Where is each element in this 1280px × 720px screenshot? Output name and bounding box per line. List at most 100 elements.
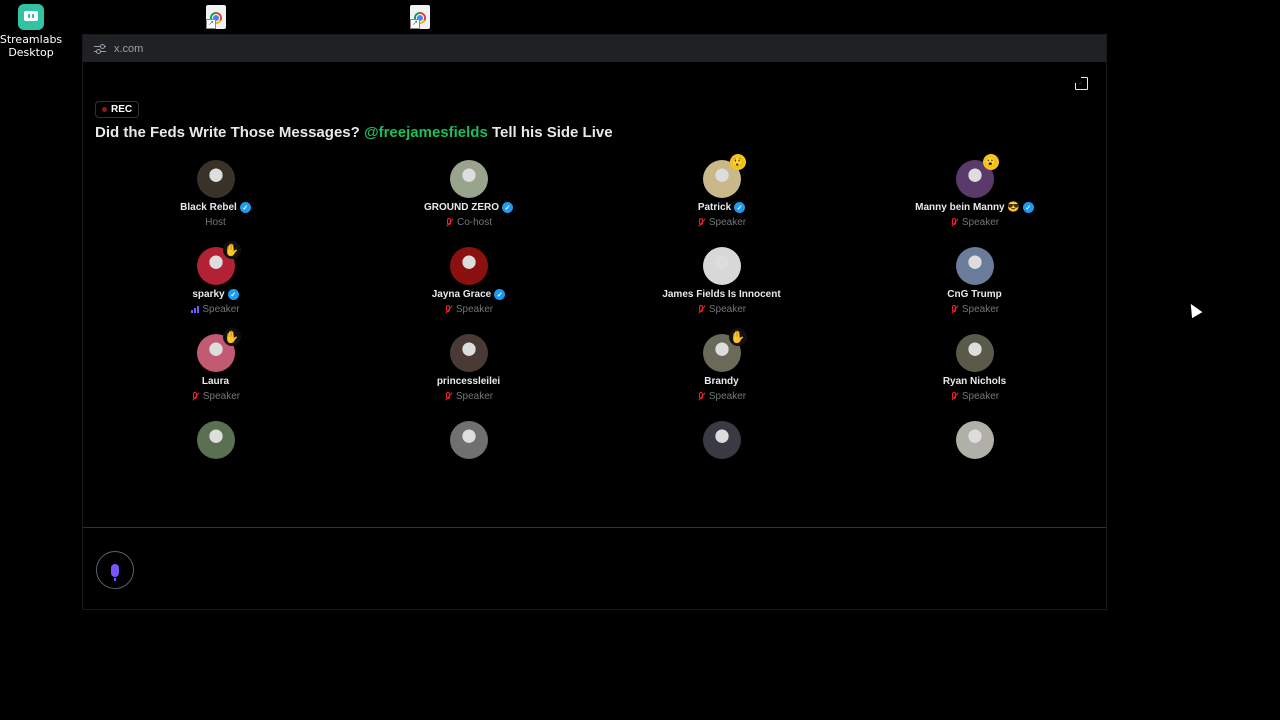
participant[interactable]: Black Rebel ✓ Host	[89, 160, 342, 247]
participant[interactable]: princessleilei Speaker	[342, 334, 595, 421]
muted-mic-icon	[950, 391, 959, 402]
chrome-shortcut-1[interactable]: ↗	[204, 5, 228, 31]
participant-name-text: Brandy	[704, 376, 739, 387]
rec-badge: REC	[95, 101, 140, 118]
space-panel: REC Did the Feds Write Those Messages? @…	[83, 62, 1106, 527]
avatar[interactable]	[449, 334, 488, 372]
muted-mic-icon	[697, 217, 706, 228]
participant[interactable]: James Fields Is Innocent Speaker	[595, 247, 848, 334]
participant[interactable]: 😮 Manny bein Manny 😎 ✓ Speaker	[848, 154, 1101, 247]
participant[interactable]: 😲 Patrick ✓ Speaker	[595, 154, 848, 247]
participant-name-text: James Fields Is Innocent	[662, 289, 781, 300]
muted-mic-icon	[697, 304, 706, 315]
participant[interactable]	[848, 421, 1101, 464]
participant-name: Manny bein Manny 😎 ✓	[915, 202, 1034, 213]
space-footer	[83, 527, 1106, 611]
streamlabs-label-line1: Streamlabs	[0, 33, 63, 46]
avatar[interactable]	[196, 160, 235, 198]
participant[interactable]	[89, 421, 342, 464]
muted-mic-icon	[950, 304, 959, 315]
avatar[interactable]	[449, 160, 488, 198]
participant-name-text: Black Rebel	[180, 202, 237, 213]
participant[interactable]	[595, 421, 848, 464]
address-bar[interactable]: x.com	[83, 35, 1106, 62]
participant-name: Patrick ✓	[698, 202, 746, 213]
participant-role: Speaker	[950, 217, 999, 228]
speaking-indicator-icon	[191, 306, 200, 313]
muted-mic-icon	[191, 391, 200, 402]
chrome-shortcut-2[interactable]: ↗	[408, 5, 432, 31]
verified-badge-icon: ✓	[734, 202, 746, 213]
participant-role: Host	[205, 217, 226, 228]
participant-name: Brandy	[704, 376, 738, 387]
participant[interactable]: Ryan Nichols Speaker	[848, 334, 1101, 421]
participant[interactable]: Jayna Grace ✓ Speaker	[342, 247, 595, 334]
participant[interactable]: ✋ Brandy Speaker	[595, 328, 848, 421]
participant-role-text: Speaker	[961, 217, 1000, 228]
participant-name-text: Ryan Nichols	[942, 376, 1007, 387]
browser-window: x.com REC Did the Feds Write Those Messa…	[82, 34, 1107, 610]
reaction-emoji-icon: 😮	[982, 154, 999, 170]
verified-badge-icon: ✓	[239, 202, 251, 213]
participant-name-text: GROUND ZERO	[424, 202, 499, 213]
participant-role: Speaker	[697, 304, 746, 315]
participant-role: Speaker	[444, 304, 493, 315]
streamlabs-label-line2: Desktop	[8, 46, 54, 59]
participant-role: Speaker	[697, 217, 746, 228]
participant-name: James Fields Is Innocent	[662, 289, 780, 300]
avatar[interactable]	[449, 247, 488, 285]
participant-role: Co-host	[445, 217, 492, 228]
space-title: Did the Feds Write Those Messages? @free…	[95, 124, 613, 141]
raised-hand-icon: ✋	[222, 328, 241, 346]
avatar[interactable]: 😲	[702, 154, 746, 198]
microphone-button[interactable]	[96, 551, 134, 589]
participant[interactable]: ✋ Laura Speaker	[89, 328, 342, 421]
avatar[interactable]	[702, 421, 741, 459]
participant-role-text: Speaker	[708, 391, 747, 402]
participant-name: sparky ✓	[192, 289, 239, 300]
participant-name: Ryan Nichols	[943, 376, 1006, 387]
participant-role: Speaker	[444, 391, 493, 402]
participant-name: CnG Trump	[947, 289, 1001, 300]
muted-mic-icon	[697, 391, 706, 402]
muted-mic-icon	[444, 304, 453, 315]
participant-role: Speaker	[950, 304, 999, 315]
participant[interactable]	[342, 421, 595, 464]
title-text-start: Did the Feds Write Those Messages?	[95, 124, 364, 141]
url-text[interactable]: x.com	[114, 43, 143, 55]
mouse-cursor	[1185, 300, 1203, 319]
title-mention-link[interactable]: @freejamesfields	[364, 124, 488, 141]
participant-role-text: Speaker	[455, 391, 494, 402]
participant-name: Black Rebel ✓	[180, 202, 251, 213]
streamlabs-desktop-shortcut[interactable]: Streamlabs Desktop	[0, 4, 62, 59]
expand-icon[interactable]	[1074, 76, 1088, 90]
participant[interactable]: CnG Trump Speaker	[848, 247, 1101, 334]
avatar[interactable]	[702, 247, 741, 285]
participant-name: GROUND ZERO ✓	[424, 202, 513, 213]
participants-grid: Black Rebel ✓ Host GROUND ZERO ✓ Co-host 😲 Patr…	[89, 154, 1101, 508]
participant[interactable]: GROUND ZERO ✓ Co-host	[342, 160, 595, 247]
avatar[interactable]	[955, 421, 994, 459]
participant-name-text: Jayna Grace	[431, 289, 492, 300]
avatar[interactable]: 😮	[955, 154, 999, 198]
verified-badge-icon: ✓	[1022, 202, 1034, 213]
participant-name-text: Manny bein Manny 😎	[915, 202, 1020, 213]
participant-name-text: princessleilei	[436, 376, 501, 387]
chrome-shortcut-icon: ↗	[206, 5, 226, 29]
participant-role-text: Speaker	[202, 304, 240, 315]
site-settings-icon[interactable]	[94, 43, 106, 54]
participant-name: Jayna Grace ✓	[432, 289, 506, 300]
muted-mic-icon	[444, 391, 453, 402]
avatar[interactable]	[449, 421, 488, 459]
avatar[interactable]	[955, 334, 994, 372]
avatar[interactable]	[196, 421, 235, 459]
avatar[interactable]: ✋	[702, 328, 747, 372]
streamlabs-icon	[18, 4, 44, 30]
avatar[interactable]	[955, 247, 994, 285]
avatar[interactable]: ✋	[196, 328, 241, 372]
participant-role: Speaker	[191, 391, 240, 402]
participant-name: princessleilei	[437, 376, 500, 387]
participant-name-text: Laura	[201, 376, 230, 387]
participant[interactable]: ✋ sparky ✓ Speaker	[89, 241, 342, 334]
avatar[interactable]: ✋	[196, 241, 241, 285]
